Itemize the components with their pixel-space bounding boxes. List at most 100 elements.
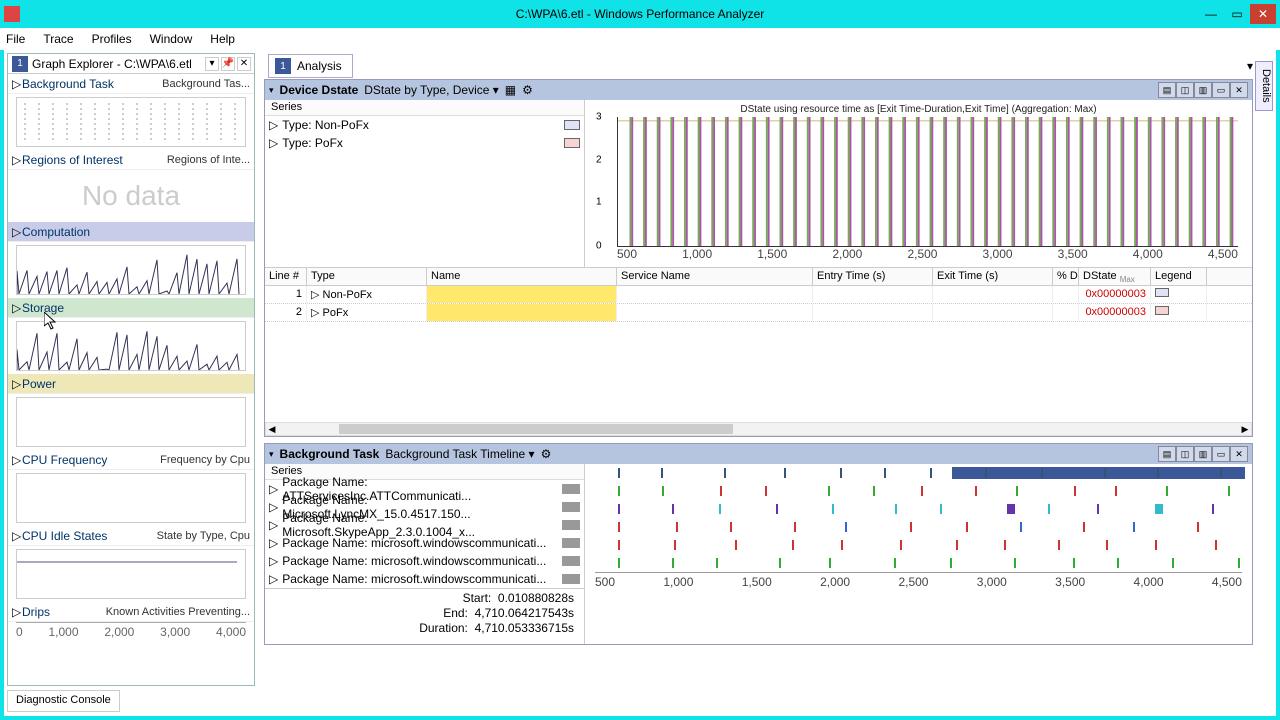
timeline-row — [585, 464, 1252, 482]
timeline-chart[interactable]: 5001,0001,5002,0002,5003,0003,5004,0004,… — [585, 464, 1252, 644]
details-tab[interactable]: Details — [1255, 61, 1273, 111]
collapse-icon[interactable]: ▾ — [269, 85, 274, 96]
panel-close-icon[interactable]: ✕ — [1230, 446, 1248, 462]
chart-xaxis: 5001,0001,5002,0002,5003,0003,5004,0004,… — [617, 247, 1238, 263]
panel-close-icon[interactable]: ✕ — [1230, 82, 1248, 98]
menu-window[interactable]: Window — [150, 32, 193, 46]
series-pane: Series ▷Type: Non-PoFx▷Type: PoFx — [265, 100, 585, 267]
ge-body[interactable]: ▷Background TaskBackground Tas... ▷Region… — [8, 74, 254, 685]
timeline-row — [585, 536, 1252, 554]
panel-preset[interactable]: DState by Type, Device ▾ — [364, 83, 499, 97]
maximize-button[interactable]: ▭ — [1224, 4, 1250, 24]
analysis-badge: 1 — [275, 58, 291, 74]
workspace: 1 Graph Explorer - C:\WPA\6.etl ▾ 📌 ✕ ▷B… — [4, 50, 1276, 716]
panel-maximize-icon[interactable]: ▭ — [1212, 82, 1230, 98]
analysis-area: Details 1 Analysis ▾ ▾ Device Dstate DSt… — [264, 53, 1273, 686]
package-item[interactable]: ▷Package Name: Microsoft.SkypeApp_2.3.0.… — [265, 516, 584, 534]
package-item[interactable]: ▷Package Name: microsoft.windowscommunic… — [265, 570, 584, 588]
col-header[interactable]: Legend — [1151, 268, 1207, 285]
package-item[interactable]: ▷Package Name: microsoft.windowscommunic… — [265, 552, 584, 570]
ge-title: Graph Explorer - C:\WPA\6.etl — [32, 57, 192, 71]
col-header[interactable]: % D — [1053, 268, 1079, 285]
menu-help[interactable]: Help — [210, 32, 235, 46]
analysis-tab-label: Analysis — [297, 59, 342, 73]
package-item[interactable]: ▷Package Name: microsoft.windowscommunic… — [265, 534, 584, 552]
device-panel-header[interactable]: ▾ Device Dstate DState by Type, Device ▾… — [265, 80, 1252, 100]
ge-section-2[interactable]: ▷Computation — [8, 222, 254, 242]
col-header[interactable]: Name — [427, 268, 617, 285]
col-header[interactable]: Entry Time (s) — [813, 268, 933, 285]
app-icon — [4, 6, 20, 22]
ge-ruler: 01,0002,0003,0004,000 — [16, 622, 246, 640]
view-split-icon[interactable]: ◫ — [1176, 82, 1194, 98]
titlebar: C:\WPA\6.etl - Windows Performance Analy… — [0, 0, 1280, 28]
analysis-tab[interactable]: 1 Analysis — [268, 54, 353, 78]
col-header[interactable]: Line # — [265, 268, 307, 285]
view-chart-only-icon[interactable]: ▤ — [1158, 82, 1176, 98]
ge-dropdown-icon[interactable]: ▾ — [205, 57, 219, 71]
panel-preset[interactable]: Background Task Timeline ▾ — [385, 447, 534, 461]
ge-badge: 1 — [12, 56, 28, 72]
ge-section-6[interactable]: ▷CPU Idle StatesState by Type, Cpu — [8, 526, 254, 546]
timeline-row — [585, 482, 1252, 500]
graph-explorer-tab[interactable]: 1 Graph Explorer - C:\WPA\6.etl ▾ 📌 ✕ — [8, 54, 254, 74]
chart-pane: DState using resource time as [Exit Time… — [585, 100, 1252, 267]
chart-config-icon[interactable]: ⚙ — [541, 447, 552, 461]
col-header[interactable]: DState Max — [1079, 268, 1151, 285]
ge-thumbnail[interactable] — [16, 245, 246, 295]
mouse-cursor-icon — [44, 312, 60, 332]
ge-close-icon[interactable]: ✕ — [237, 57, 251, 71]
ge-thumbnail[interactable] — [16, 473, 246, 523]
view-split-icon[interactable]: ◫ — [1176, 446, 1194, 462]
ge-thumbnail[interactable] — [16, 397, 246, 447]
col-header[interactable]: Exit Time (s) — [933, 268, 1053, 285]
data-table: Line #TypeNameService NameEntry Time (s)… — [265, 267, 1252, 436]
graph-explorer-panel: 1 Graph Explorer - C:\WPA\6.etl ▾ 📌 ✕ ▷B… — [7, 53, 255, 686]
ge-section-4[interactable]: ▷Power — [8, 374, 254, 394]
ge-section-7[interactable]: ▷DripsKnown Activities Preventing... — [8, 602, 254, 622]
timeline-stats: Start: 0.010880828s End: 4,710.064217543… — [265, 588, 584, 638]
timeline-xaxis: 5001,0001,5002,0002,5003,0003,5004,0004,… — [595, 572, 1242, 588]
series-item[interactable]: ▷Type: PoFx — [265, 134, 584, 152]
menu-file[interactable]: File — [6, 32, 25, 46]
table-header[interactable]: Line #TypeNameService NameEntry Time (s)… — [265, 268, 1252, 286]
chart-caption: DState using resource time as [Exit Time… — [589, 104, 1248, 115]
menu-profiles[interactable]: Profiles — [92, 32, 132, 46]
menu-trace[interactable]: Trace — [43, 32, 73, 46]
tab-overflow-icon[interactable]: ▾ — [1247, 59, 1253, 73]
bgtask-panel: ▾ Background Task Background Task Timeli… — [264, 443, 1253, 645]
series-item[interactable]: ▷Type: Non-PoFx — [265, 116, 584, 134]
view-table-only-icon[interactable]: ▥ — [1194, 82, 1212, 98]
window-title: C:\WPA\6.etl - Windows Performance Analy… — [516, 7, 765, 21]
chart-config-icon[interactable]: ⚙ — [522, 83, 533, 97]
ge-section-5[interactable]: ▷CPU FrequencyFrequency by Cpu — [8, 450, 254, 470]
hscroll[interactable]: ◀▶ — [265, 422, 1252, 436]
bgtask-header[interactable]: ▾ Background Task Background Task Timeli… — [265, 444, 1252, 464]
ge-section-0[interactable]: ▷Background TaskBackground Tas... — [8, 74, 254, 94]
view-chart-only-icon[interactable]: ▤ — [1158, 446, 1176, 462]
table-row[interactable]: 2▷ PoFx0x00000003 — [265, 304, 1252, 322]
ge-thumbnail[interactable] — [16, 549, 246, 599]
chart-type-icon[interactable]: ▦ — [505, 83, 516, 97]
package-pane: Series ▷Package Name: ATTServicesInc.ATT… — [265, 464, 585, 644]
view-table-only-icon[interactable]: ▥ — [1194, 446, 1212, 462]
ge-section-1[interactable]: ▷Regions of InterestRegions of Inte... — [8, 150, 254, 170]
dstate-chart[interactable]: 3 2 1 0 — [617, 117, 1238, 247]
timeline-row — [585, 518, 1252, 536]
col-header[interactable]: Service Name — [617, 268, 813, 285]
collapse-icon[interactable]: ▾ — [269, 449, 274, 460]
ge-pin-icon[interactable]: 📌 — [221, 57, 235, 71]
ge-thumbnail[interactable] — [16, 97, 246, 147]
series-header: Series — [265, 100, 584, 116]
col-header[interactable]: Type — [307, 268, 427, 285]
minimize-button[interactable]: — — [1198, 4, 1224, 24]
panel-title: Device Dstate — [280, 83, 359, 97]
table-row[interactable]: 1▷ Non-PoFx0x00000003 — [265, 286, 1252, 304]
analysis-tab-row: 1 Analysis ▾ — [264, 53, 1273, 79]
panel-title: Background Task — [280, 447, 380, 461]
timeline-row — [585, 500, 1252, 518]
panel-maximize-icon[interactable]: ▭ — [1212, 446, 1230, 462]
close-button[interactable]: ✕ — [1250, 4, 1276, 24]
diagnostic-console[interactable]: Diagnostic Console — [7, 690, 120, 712]
device-dstate-panel: ▾ Device Dstate DState by Type, Device ▾… — [264, 79, 1253, 437]
